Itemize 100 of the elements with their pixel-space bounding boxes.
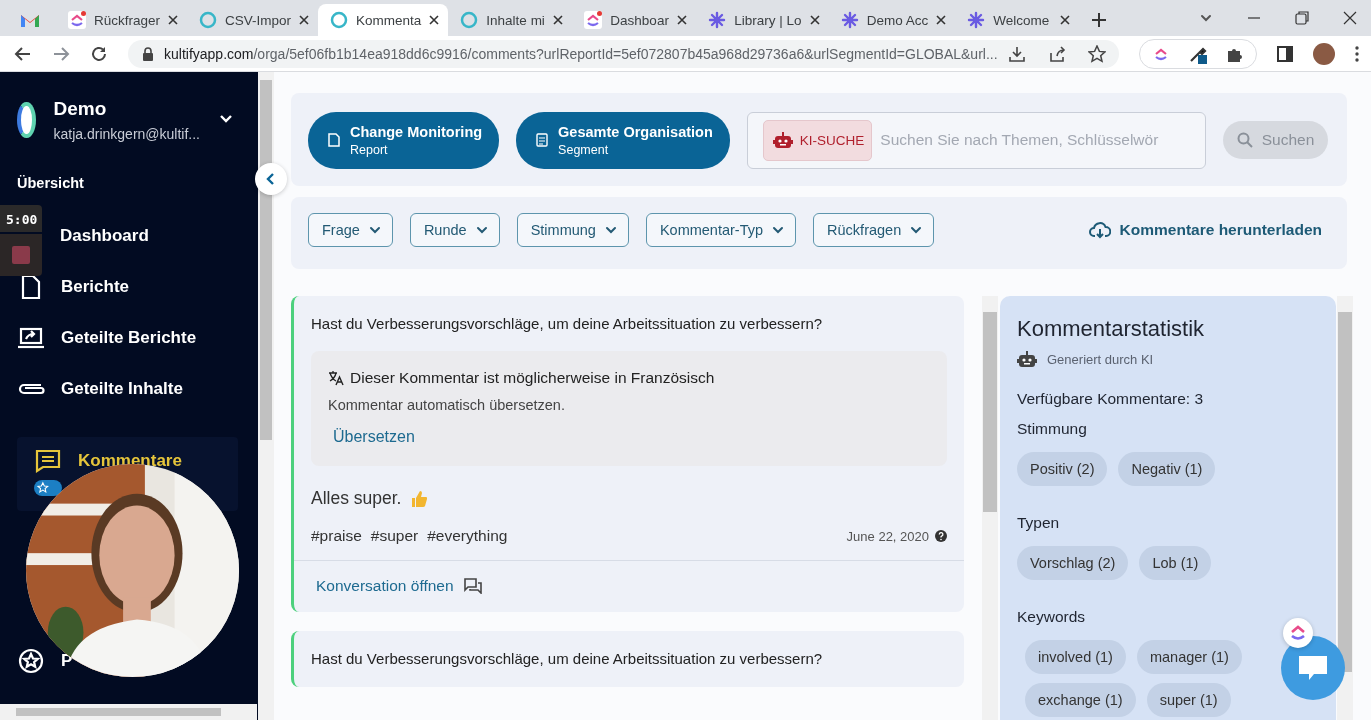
recording-timer: 5:00: [0, 205, 42, 232]
star-badge-icon: [34, 477, 62, 499]
scrollbar[interactable]: [258, 72, 274, 720]
open-conversation-link[interactable]: Konversation öffnen: [316, 577, 482, 595]
filter-dropdown[interactable]: Kommentar-Typ: [645, 213, 797, 247]
notice-text: Dieser Kommentar ist möglicherweise in Französisch: [350, 369, 715, 387]
report-button[interactable]: Change Monitoring Report: [308, 111, 500, 169]
sidebar-item[interactable]: Dashboard: [60, 221, 149, 251]
restore-icon[interactable]: [1295, 11, 1309, 25]
group-heading: Typen: [1017, 514, 1061, 532]
conversation-icon: [463, 578, 482, 594]
avatar[interactable]: [1313, 42, 1335, 65]
chat-icon: [34, 449, 62, 473]
close-icon[interactable]: [168, 15, 179, 25]
browser-tab[interactable]: Inhalte mi: [448, 4, 573, 36]
arrow-chevron-icon: [584, 11, 603, 29]
panel-title: Kommentarstatistik: [1017, 316, 1206, 342]
menu-icon[interactable]: [1355, 45, 1359, 62]
flower-icon: [967, 11, 986, 29]
flower-icon: [840, 11, 859, 29]
search-field[interactable]: Suchen Sie nach Themen, Schlüsselwör: [880, 131, 1197, 149]
sidebar-item[interactable]: Berichte: [17, 272, 130, 302]
filter-chip[interactable]: Positiv (2): [1017, 452, 1108, 486]
scrollbar[interactable]: [1337, 296, 1353, 720]
sidebar-item[interactable]: Geteilte Inhalte: [17, 374, 183, 404]
back-icon[interactable]: [14, 44, 32, 63]
browser-tab[interactable]: CSV-Impor: [187, 4, 319, 36]
list-icon: [536, 133, 549, 147]
download-link[interactable]: Kommentare herunterladen: [1082, 220, 1328, 240]
close-icon[interactable]: [1060, 15, 1071, 25]
filter-chip[interactable]: involved (1): [1025, 640, 1126, 674]
filter-chip[interactable]: Vorschlag (2): [1017, 546, 1129, 580]
help-icon: [935, 530, 947, 542]
close-icon[interactable]: [677, 15, 688, 25]
filter-dropdown[interactable]: Stimmung: [516, 213, 629, 247]
translate-icon: [328, 370, 344, 386]
thumbs-up-icon: [411, 489, 428, 508]
comment-date: June 22, 2020: [846, 528, 929, 544]
browser-tab[interactable]: Rückfrager: [56, 4, 188, 36]
close-icon[interactable]: [429, 15, 440, 25]
segment-button[interactable]: Gesamte Organisation Segment: [516, 111, 730, 169]
close-icon[interactable]: [553, 15, 564, 25]
filter-dropdown[interactable]: Frage: [308, 213, 393, 247]
hint-text: Kommentar automatisch übersetzen.: [328, 397, 566, 413]
filter-chip[interactable]: Lob (1): [1139, 546, 1212, 580]
mail-icon: [20, 12, 40, 28]
question-text: Hast du Verbesserungsvorschläge, um deine Arbeitssituation zu verbessern?: [310, 314, 824, 332]
ai-search-badge: KI-SUCHE: [762, 119, 873, 161]
ring-icon: [330, 11, 349, 29]
speech-bubble-icon: [1298, 655, 1328, 681]
browser-tab[interactable]: Kommenta: [318, 4, 449, 36]
star-icon[interactable]: [1087, 44, 1106, 63]
comment-count: Verfügbare Kommentare: 3: [1017, 390, 1205, 408]
browser-tab[interactable]: Library | Lo: [696, 4, 829, 36]
filter-chip[interactable]: super (1): [1146, 683, 1231, 717]
ring-icon: [199, 11, 218, 29]
browser-tab[interactable]: Dashboar: [572, 4, 697, 36]
filter-chip[interactable]: Negativ (1): [1118, 452, 1216, 486]
address-field[interactable]: kultifyapp.com/orga/5ef06fb1b14ea918dd6c9916/comments?urlReportId=5ef072807b45a968d29736a6&urlSegmentId=GLOBAL&url...: [128, 39, 1119, 68]
forward-icon[interactable]: [52, 44, 70, 63]
install-icon[interactable]: [1007, 44, 1026, 63]
translate-link[interactable]: Übersetzen: [333, 428, 415, 446]
close-icon[interactable]: [809, 15, 820, 25]
close-icon[interactable]: [936, 15, 947, 25]
scrollbar[interactable]: [0, 704, 257, 720]
group-heading: Stimmung: [1017, 420, 1088, 438]
filter-chip[interactable]: exchange (1): [1025, 683, 1136, 717]
filter-dropdown[interactable]: Rückfragen: [813, 213, 935, 247]
filter-chip[interactable]: manager (1): [1136, 640, 1242, 674]
side-panel-icon[interactable]: [1277, 45, 1293, 62]
collapse-button[interactable]: [255, 163, 287, 195]
sidebar-item[interactable]: Geteilte Berichte: [17, 323, 197, 353]
close-icon[interactable]: [299, 15, 310, 25]
user-email: katja.drinkgern@kultif...: [53, 126, 200, 142]
robot-icon: [772, 131, 793, 149]
reload-icon[interactable]: [90, 44, 108, 63]
arrow-chevron-icon: [68, 11, 86, 29]
browser-tab[interactable]: Demo Acc: [828, 4, 956, 36]
logo-icon: [17, 102, 36, 138]
lock-icon: [142, 46, 154, 61]
arrow-chevron-icon: [1289, 624, 1307, 642]
filter-dropdown[interactable]: Runde: [409, 213, 500, 247]
comment-text: Alles super.: [311, 488, 402, 509]
section-heading: Übersicht: [17, 175, 84, 191]
star-circle-icon: [17, 648, 45, 674]
share-icon[interactable]: [1047, 44, 1066, 63]
ring-icon: [460, 11, 479, 29]
laptop-icon: [17, 326, 45, 350]
flower-icon: [708, 11, 727, 29]
hashtag[interactable]: #everything: [427, 527, 508, 545]
plus-icon[interactable]: [1091, 12, 1108, 28]
group-heading: Keywords: [1017, 608, 1087, 626]
browser-tab[interactable]: Welcome: [955, 4, 1080, 36]
hashtag[interactable]: #praise: [311, 527, 362, 545]
close-icon[interactable]: [1343, 11, 1357, 25]
search-icon: [1236, 132, 1253, 148]
hashtag[interactable]: #super: [370, 527, 419, 545]
scrollbar[interactable]: [982, 296, 998, 720]
cloud-download-icon: [1088, 221, 1111, 239]
org-name: Demo: [53, 98, 108, 120]
